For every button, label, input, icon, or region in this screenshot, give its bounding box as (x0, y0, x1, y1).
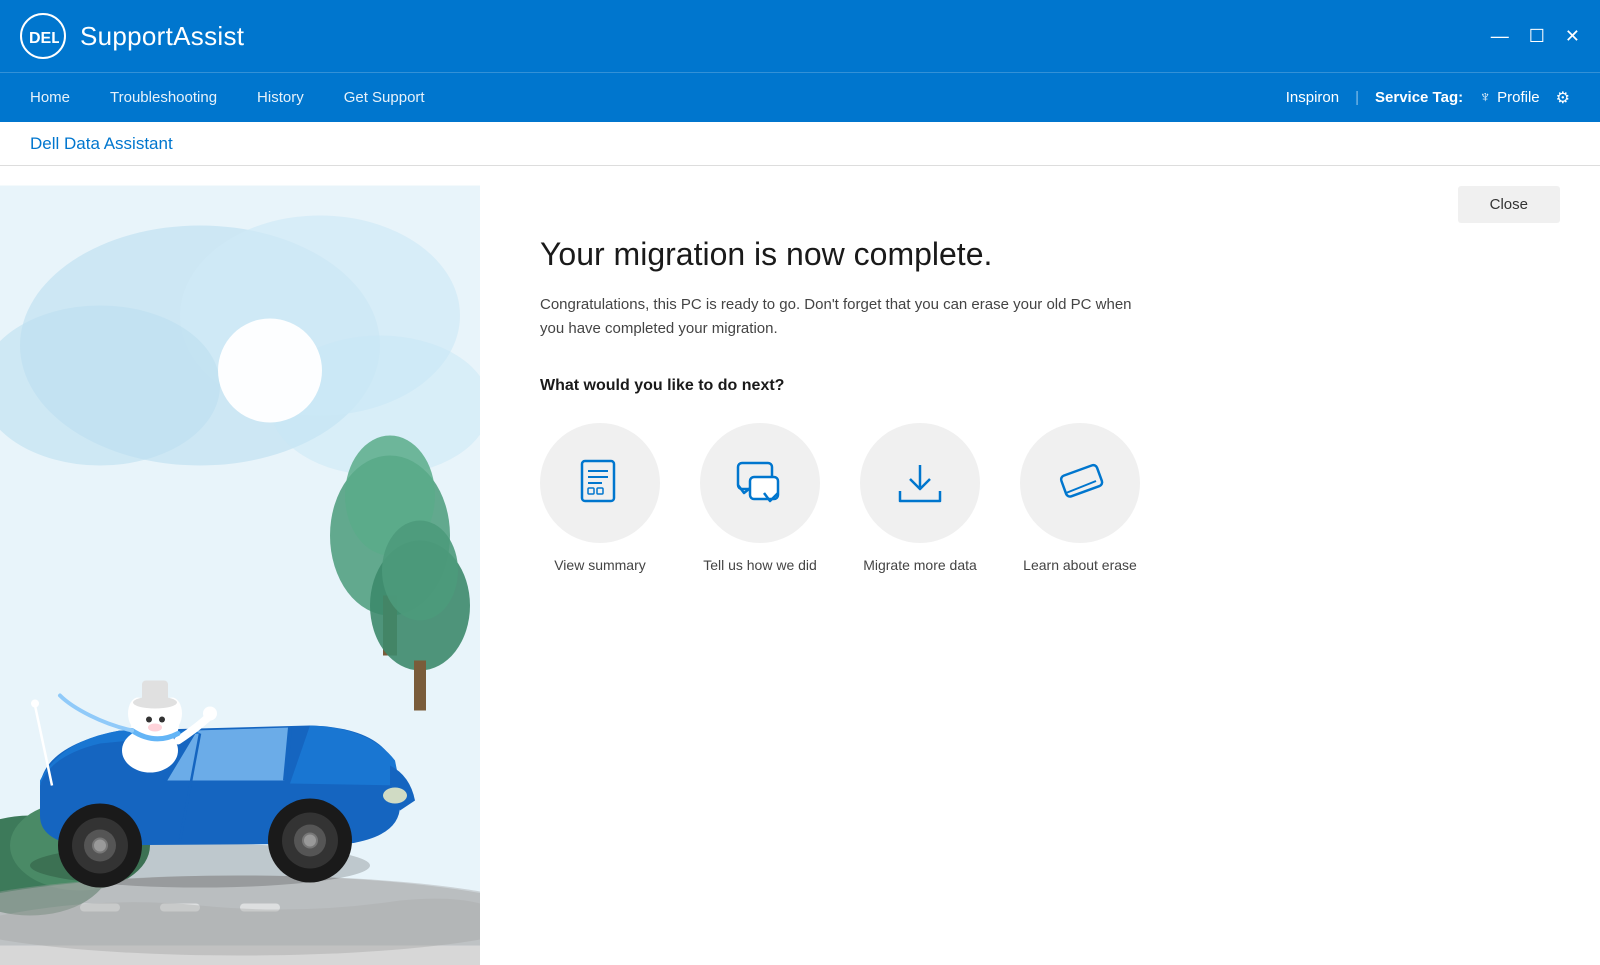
main-content: Close Your migration is now complete. Co… (0, 166, 1600, 965)
nav-left: Home Troubleshooting History Get Support (30, 85, 425, 110)
navbar: Home Troubleshooting History Get Support… (0, 72, 1600, 122)
feedback-icon (732, 455, 788, 511)
migrate-icon (892, 455, 948, 511)
settings-icon[interactable]: ⚙ (1556, 88, 1570, 108)
migrate-circle (860, 423, 980, 543)
titlebar-controls: — ☐ ✕ (1491, 27, 1580, 45)
view-summary-label: View summary (554, 557, 646, 573)
titlebar-left: DELL SupportAssist (20, 13, 244, 59)
svg-text:DELL: DELL (29, 30, 59, 47)
feedback-label: Tell us how we did (703, 557, 817, 573)
right-content: Close Your migration is now complete. Co… (480, 166, 1600, 965)
summary-icon (572, 455, 628, 511)
device-name: Inspiron (1286, 89, 1339, 106)
view-summary-circle (540, 423, 660, 543)
nav-get-support[interactable]: Get Support (344, 85, 425, 110)
next-label: What would you like to do next? (540, 377, 1540, 395)
feedback-circle (700, 423, 820, 543)
close-button[interactable]: Close (1458, 186, 1560, 223)
service-tag-label: Service Tag: (1375, 89, 1463, 106)
nav-troubleshooting[interactable]: Troubleshooting (110, 85, 217, 110)
action-migrate[interactable]: Migrate more data (860, 423, 980, 573)
erase-circle (1020, 423, 1140, 543)
action-erase[interactable]: Learn about erase (1020, 423, 1140, 573)
erase-label: Learn about erase (1023, 557, 1137, 573)
profile-area[interactable]: ♆ Profile (1479, 89, 1540, 107)
migration-desc: Congratulations, this PC is ready to go.… (540, 293, 1140, 341)
profile-icon: ♆ (1479, 89, 1491, 107)
nav-home[interactable]: Home (30, 85, 70, 110)
maximize-button[interactable]: ☐ (1529, 27, 1545, 45)
app-title: SupportAssist (80, 21, 244, 52)
action-view-summary[interactable]: View summary (540, 423, 660, 573)
migration-title: Your migration is now complete. (540, 236, 1540, 273)
close-window-button[interactable]: ✕ (1565, 27, 1580, 45)
profile-label: Profile (1497, 89, 1540, 106)
illustration-area (0, 166, 480, 965)
erase-icon (1052, 455, 1108, 511)
nav-divider: | (1355, 89, 1359, 106)
action-feedback[interactable]: Tell us how we did (700, 423, 820, 573)
nav-right: Inspiron | Service Tag: ♆ Profile ⚙ (1286, 88, 1570, 108)
subheader-title: Dell Data Assistant (30, 134, 173, 154)
migrate-label: Migrate more data (863, 557, 977, 573)
nav-history[interactable]: History (257, 85, 304, 110)
action-circles: View summary Tell us how we did (540, 423, 1540, 573)
minimize-button[interactable]: — (1491, 27, 1509, 45)
titlebar: DELL SupportAssist — ☐ ✕ (0, 0, 1600, 72)
subheader: Dell Data Assistant (0, 122, 1600, 166)
dell-logo: DELL (20, 13, 66, 59)
